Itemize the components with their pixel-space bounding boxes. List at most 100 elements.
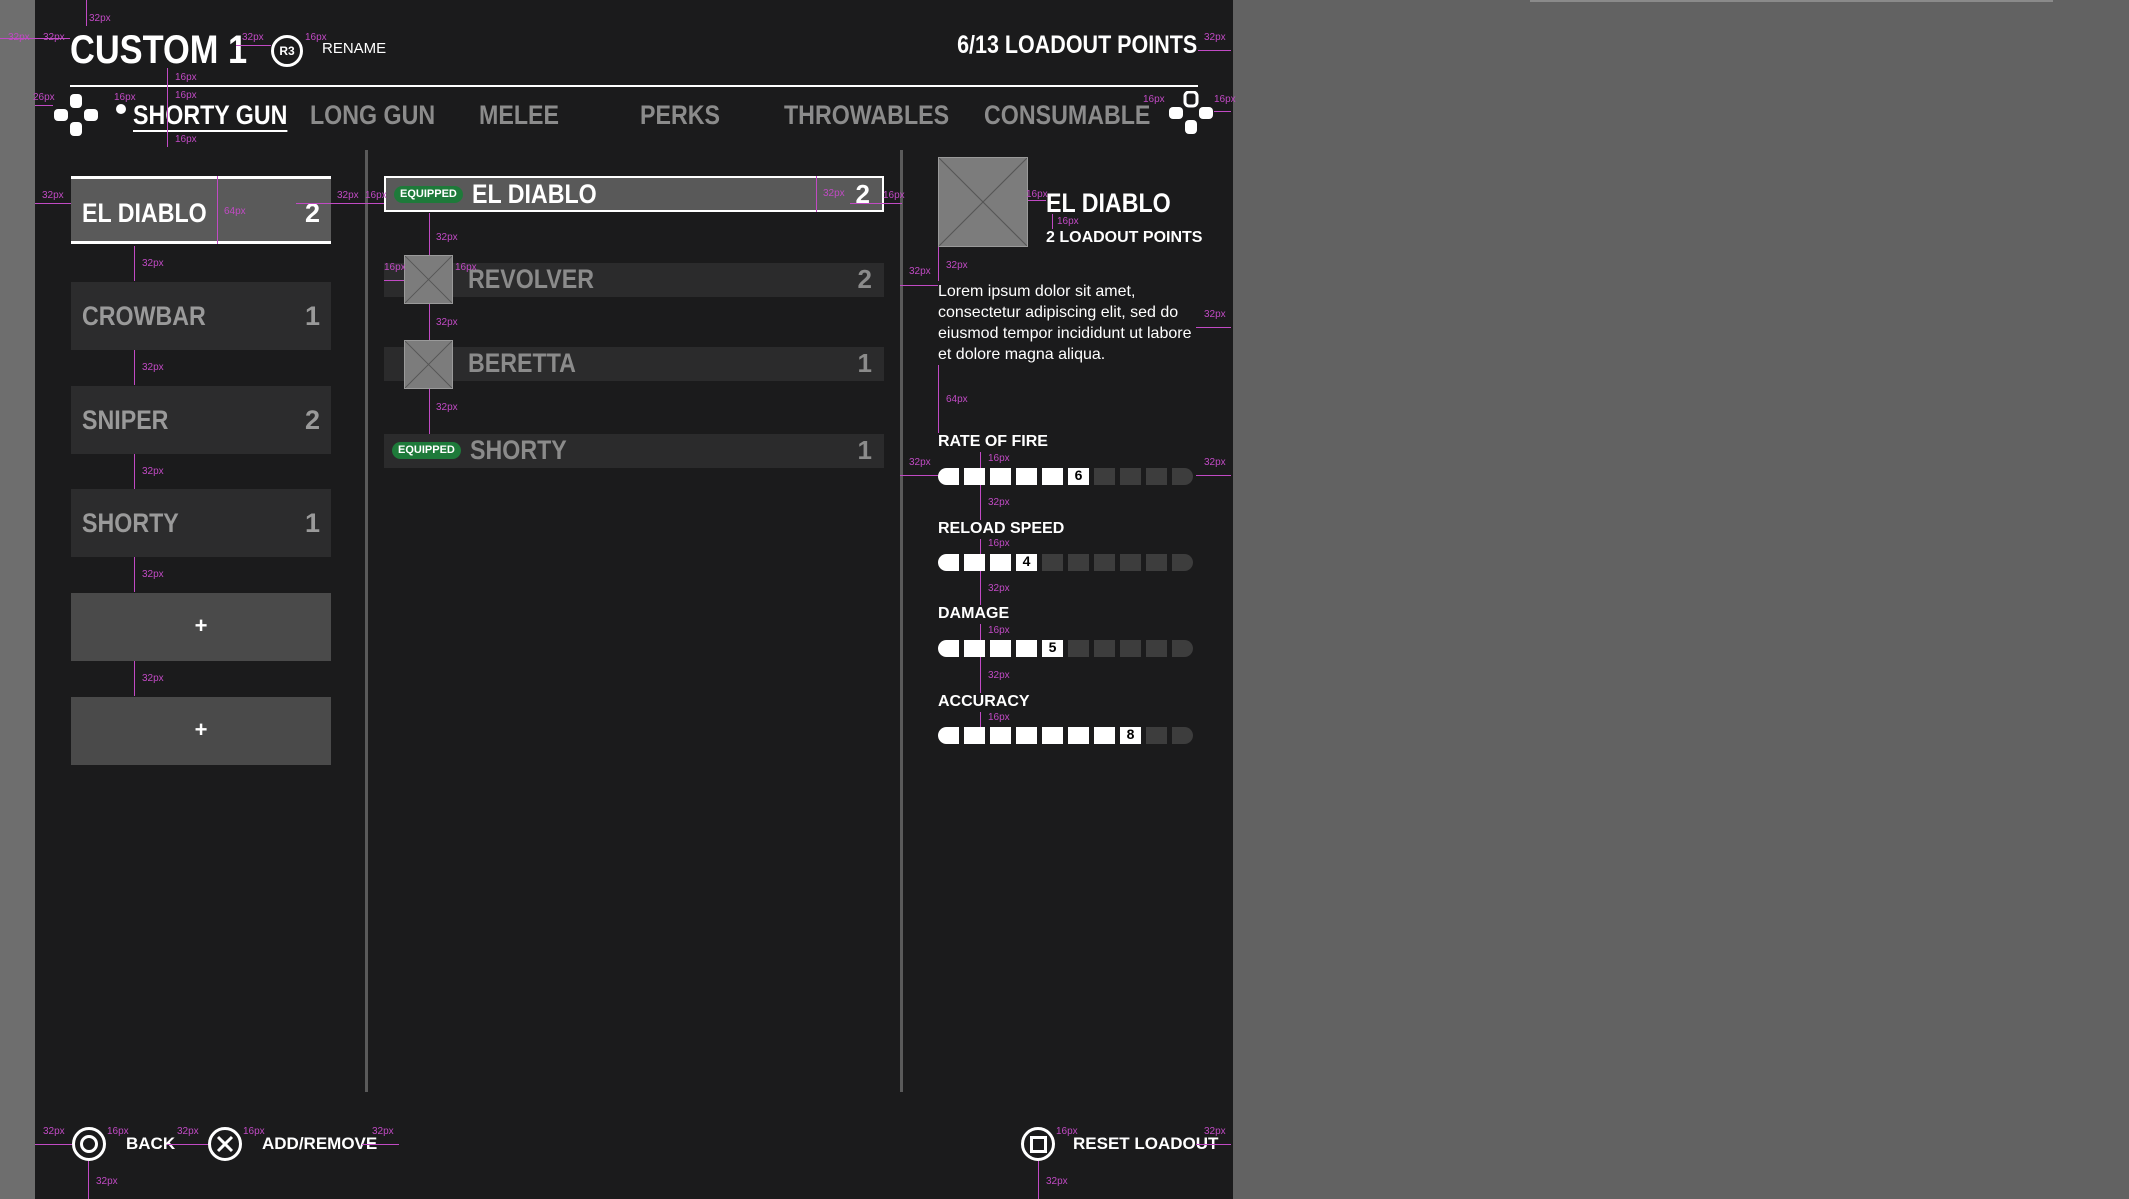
spec-label: 32px xyxy=(177,1126,199,1137)
slot-crowbar[interactable]: CROWBAR 1 xyxy=(71,282,331,350)
tab-melee[interactable]: MELEE xyxy=(479,100,559,131)
slot-points: 1 xyxy=(304,508,320,538)
spec-label: 32px xyxy=(1204,457,1226,468)
item-points: 2 xyxy=(855,179,870,209)
stat-segment xyxy=(990,727,1011,744)
stat-label-accuracy: ACCURACY xyxy=(938,693,1030,710)
stat-segment xyxy=(1016,468,1037,485)
spec-label: 16px xyxy=(305,32,327,43)
stat-segment xyxy=(938,554,959,571)
spec-label: 16px xyxy=(365,190,387,201)
stat-segment: 8 xyxy=(1120,726,1141,744)
add-slot-icon: + xyxy=(194,717,208,742)
tab-perks[interactable]: PERKS xyxy=(640,100,720,131)
spec-label: 16px xyxy=(883,190,905,201)
circle-button-icon[interactable] xyxy=(72,1127,106,1161)
spec-label: 32px xyxy=(142,258,164,269)
slot-el-diablo[interactable]: EL DIABLO 2 xyxy=(71,176,331,244)
square-button-icon[interactable] xyxy=(1021,1127,1055,1161)
r3-rename-button[interactable]: R3 xyxy=(271,35,303,67)
slot-shorty[interactable]: SHORTY 1 xyxy=(71,489,331,557)
stat-segment xyxy=(990,640,1011,657)
add-remove-label[interactable]: ADD/REMOVE xyxy=(262,1134,377,1154)
equipped-badge: EQUIPPED xyxy=(392,442,461,459)
spec-label: 16px xyxy=(988,625,1010,636)
revolver-thumbnail xyxy=(404,255,453,304)
header-divider xyxy=(70,85,1198,87)
top-edge-strip xyxy=(1530,0,2053,2)
column-divider xyxy=(900,150,903,1092)
tab-shorty-gun[interactable]: SHORTY GUN xyxy=(133,100,287,131)
stat-segment xyxy=(1172,468,1193,485)
tab-long-gun[interactable]: LONG GUN xyxy=(310,100,435,131)
stat-segment xyxy=(1094,554,1115,571)
item-beretta[interactable]: BERETTA 1 xyxy=(384,347,884,381)
spec-label: 32px xyxy=(988,497,1010,508)
item-name: SHORTY xyxy=(470,435,567,465)
spec-label: 16px xyxy=(1057,216,1079,227)
spec-label: 32px xyxy=(142,466,164,477)
stat-segment xyxy=(1172,554,1193,571)
slot-name: SNIPER xyxy=(82,405,169,435)
stat-segment xyxy=(1146,554,1167,571)
spec-label: 16px xyxy=(107,1126,129,1137)
stat-value: 5 xyxy=(1048,639,1057,655)
spec-label: 32px xyxy=(142,362,164,373)
stat-bar-accuracy: 8 xyxy=(938,726,1198,744)
spec-label: 16px xyxy=(1056,1126,1078,1137)
stat-segment xyxy=(990,468,1011,485)
spec-label: 16px xyxy=(175,134,197,145)
spec-label: 16px xyxy=(988,538,1010,549)
spec-label: 32px xyxy=(242,32,264,43)
detail-thumbnail xyxy=(938,157,1028,247)
stat-segment xyxy=(1094,468,1115,485)
slot-name: EL DIABLO xyxy=(82,198,207,228)
stat-segment: 4 xyxy=(1016,553,1037,571)
stat-segment xyxy=(964,554,985,571)
spec-label: 32px xyxy=(142,673,164,684)
spec-label: 16px xyxy=(1143,94,1165,105)
stat-segment xyxy=(938,640,959,657)
stat-bar-damage: 5 xyxy=(938,639,1198,657)
stat-segment xyxy=(1068,554,1089,571)
stat-segment xyxy=(938,468,959,485)
dpad-left-icon[interactable] xyxy=(53,93,99,137)
tab-throwables[interactable]: THROWABLES xyxy=(784,100,949,131)
stat-segment xyxy=(1146,640,1167,657)
slot-name: CROWBAR xyxy=(82,301,206,331)
tab-consumable[interactable]: CONSUMABLE xyxy=(984,100,1150,131)
spec-label: 32px xyxy=(946,260,968,271)
stat-segment xyxy=(1172,727,1193,744)
stat-label-damage: DAMAGE xyxy=(938,605,1010,622)
stat-segment xyxy=(1146,468,1167,485)
spec-label: 64px xyxy=(946,394,968,405)
beretta-thumbnail xyxy=(404,340,453,389)
spec-label: 16px xyxy=(455,262,477,273)
spec-label: 32px xyxy=(1046,1176,1068,1187)
spec-label: 16px xyxy=(1214,94,1236,105)
spec-label: 32px xyxy=(909,266,931,277)
spec-label: 32px xyxy=(43,32,65,43)
stat-segment xyxy=(1042,727,1063,744)
slot-sniper[interactable]: SNIPER 2 xyxy=(71,386,331,454)
loadout-points-counter: 6/13 LOADOUT POINTS xyxy=(956,31,1197,59)
spec-label: 32px xyxy=(436,232,458,243)
spec-label: 16px xyxy=(384,262,406,273)
stat-bar-rate-of-fire: 6 xyxy=(938,467,1198,485)
detail-description: Lorem ipsum dolor sit amet, consectetur … xyxy=(938,283,1192,363)
spec-label: 16px xyxy=(175,72,197,83)
item-points: 1 xyxy=(857,348,872,378)
spec-label: 32px xyxy=(909,457,931,468)
spec-label: 32px xyxy=(823,188,845,199)
spec-label: 32px xyxy=(372,1126,394,1137)
slot-empty-add[interactable]: + xyxy=(71,593,331,661)
stat-segment: 5 xyxy=(1042,639,1063,657)
item-shorty[interactable]: EQUIPPED SHORTY 1 xyxy=(384,434,884,468)
dpad-right-icon[interactable] xyxy=(1168,90,1214,135)
stat-segment xyxy=(964,468,985,485)
stat-label-rate-of-fire: RATE OF FIRE xyxy=(938,433,1048,450)
spec-label: 32px xyxy=(1204,309,1226,320)
item-el-diablo[interactable]: EQUIPPED EL DIABLO 2 xyxy=(384,176,884,212)
slot-empty-add[interactable]: + xyxy=(71,697,331,765)
cross-button-icon[interactable] xyxy=(208,1127,242,1161)
